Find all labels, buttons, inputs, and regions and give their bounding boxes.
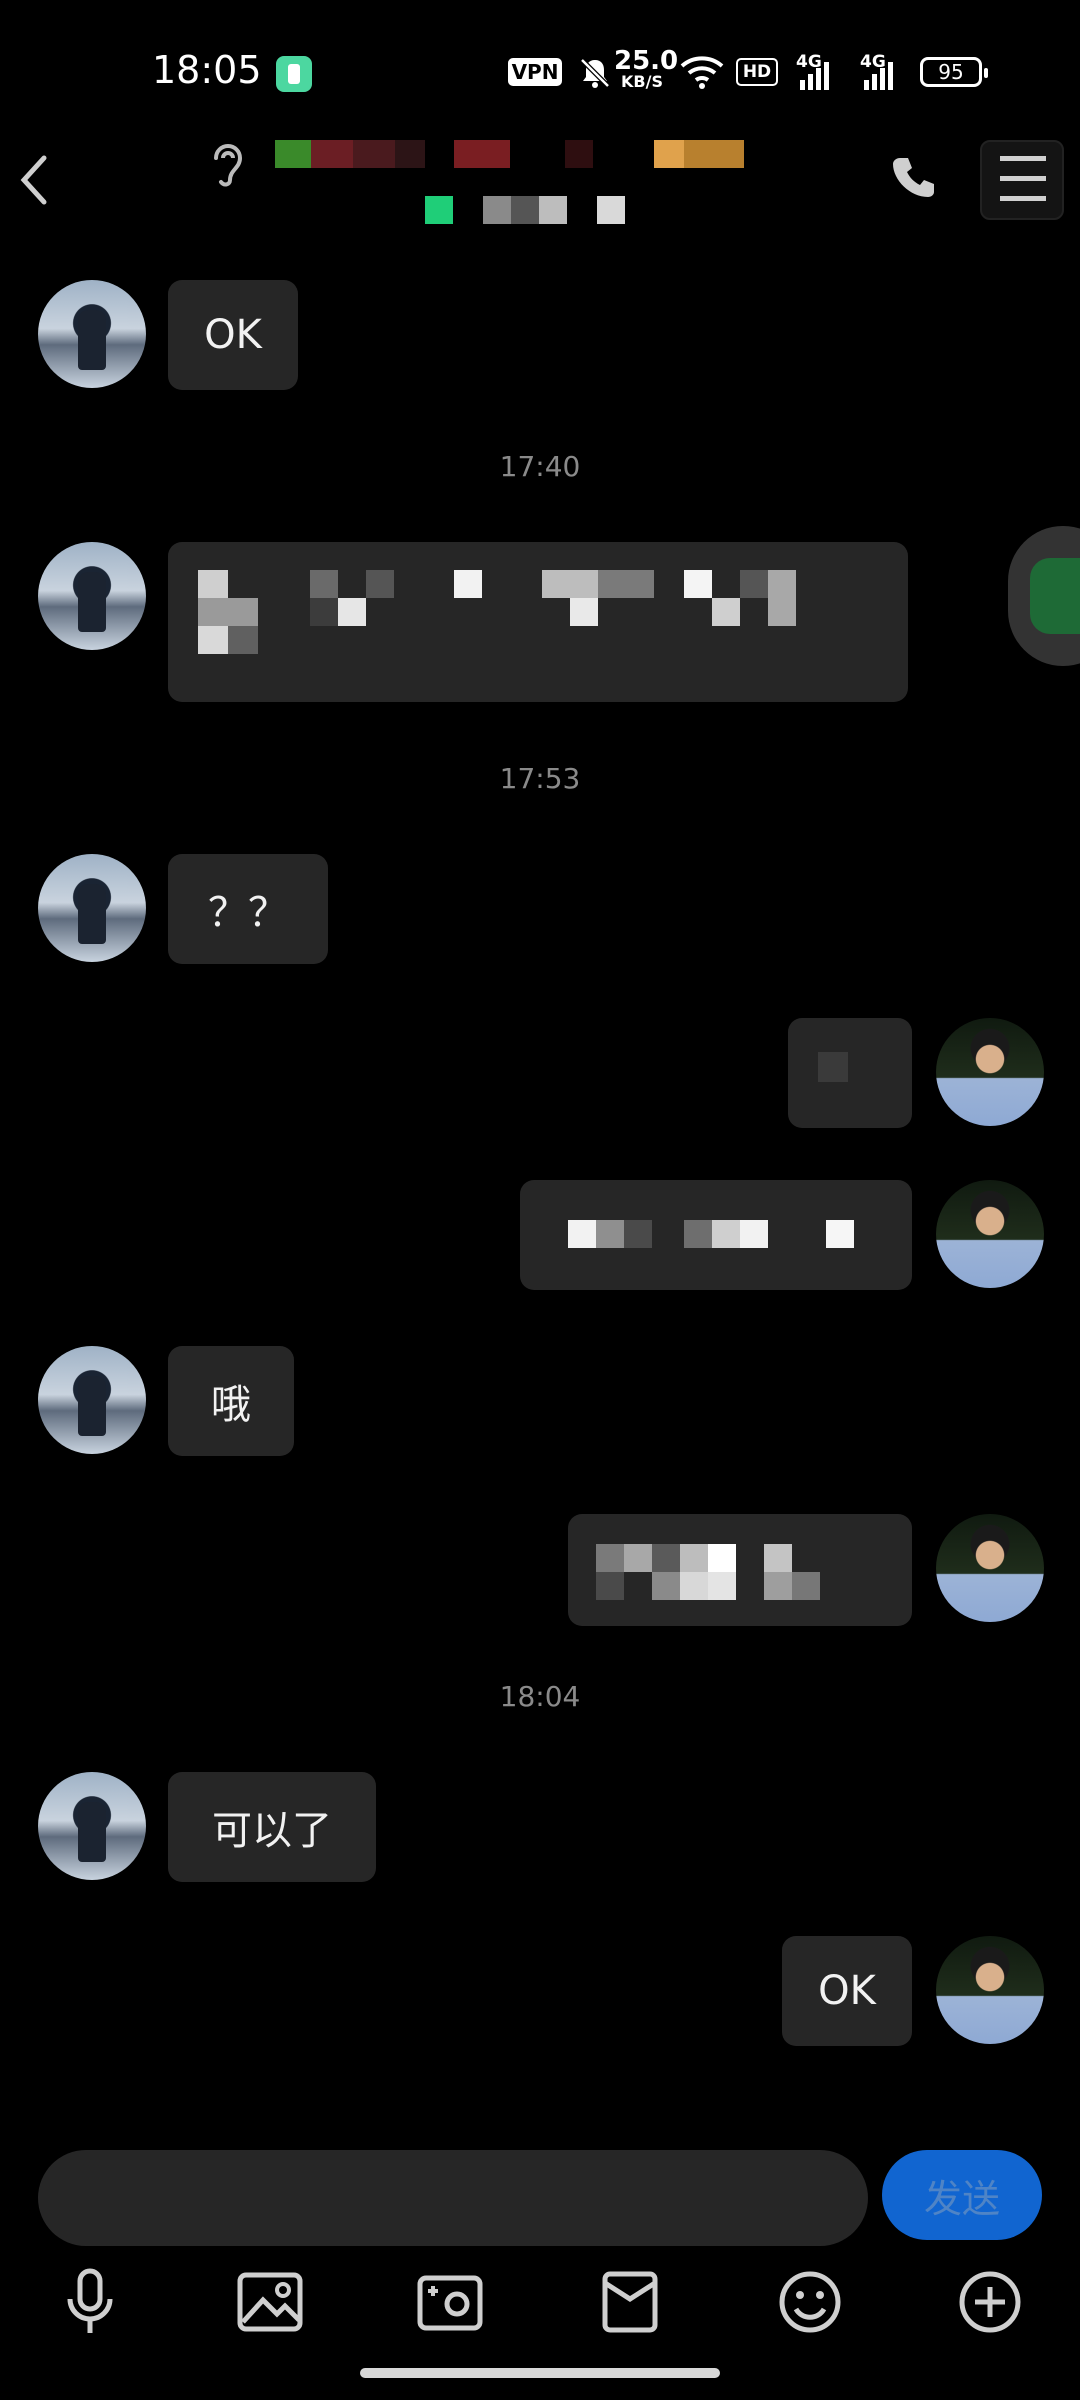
red-packet-icon <box>602 2271 658 2333</box>
mute-icon <box>578 56 612 94</box>
voice-button[interactable] <box>50 2262 130 2342</box>
message-bubble[interactable]: OK <box>168 280 298 390</box>
my-message-bubble-redacted[interactable] <box>568 1514 912 1626</box>
emoji-button[interactable] <box>770 2262 850 2342</box>
clock: 18:05 <box>152 48 262 92</box>
timestamp: 17:53 <box>499 762 581 795</box>
my-avatar[interactable] <box>936 1514 1044 1622</box>
contact-avatar[interactable] <box>38 1346 146 1454</box>
send-button[interactable]: 发送 <box>882 2150 1042 2240</box>
menu-button[interactable] <box>980 140 1064 220</box>
speed-value: 25.0 <box>614 46 679 76</box>
contact-avatar[interactable] <box>38 854 146 962</box>
speed-unit: KB/S <box>621 72 663 91</box>
floating-shortcut-button[interactable] <box>1008 526 1080 666</box>
plus-icon <box>959 2271 1021 2333</box>
contact-avatar[interactable] <box>38 542 146 650</box>
call-button[interactable] <box>888 152 938 206</box>
image-icon <box>237 2272 303 2332</box>
chat-header <box>0 140 1080 240</box>
photo-button[interactable] <box>230 2262 310 2342</box>
contact-avatar[interactable] <box>38 280 146 388</box>
camera-icon <box>417 2275 483 2331</box>
more-button[interactable] <box>950 2262 1030 2342</box>
message-bubble[interactable]: ？？ <box>168 854 328 964</box>
camera-button[interactable] <box>410 2262 490 2342</box>
my-avatar[interactable] <box>936 1180 1044 1288</box>
message-bubble-redacted[interactable] <box>168 542 908 702</box>
contact-avatar[interactable] <box>38 1772 146 1880</box>
timestamp: 17:40 <box>499 450 581 483</box>
message-bubble[interactable]: 可以了 <box>168 1772 376 1882</box>
back-button[interactable] <box>14 150 54 214</box>
hd-icon: HD <box>736 58 778 86</box>
battery-icon: 95 <box>920 57 988 87</box>
timestamp: 18:04 <box>499 1680 581 1713</box>
wifi-icon <box>680 54 724 94</box>
my-message-bubble[interactable]: OK <box>782 1936 912 2046</box>
menu-icon <box>1000 156 1046 201</box>
message-input[interactable] <box>38 2150 868 2246</box>
app-icon <box>276 56 312 92</box>
my-avatar[interactable] <box>936 1018 1044 1126</box>
status-bar: 18:05 VPN 25.0 KB/S HD 4G 4G 95 <box>0 0 1080 140</box>
ear-icon[interactable] <box>206 140 246 194</box>
red-packet-button[interactable] <box>590 2262 670 2342</box>
signal-icon <box>798 62 832 94</box>
vpn-icon: VPN <box>508 58 562 86</box>
emoji-icon <box>779 2271 841 2333</box>
signal-icon-2 <box>862 62 896 94</box>
chevron-left-icon <box>20 155 47 205</box>
my-message-bubble-redacted[interactable] <box>520 1180 912 1290</box>
microphone-icon <box>67 2268 113 2333</box>
my-message-bubble-redacted[interactable] <box>788 1018 912 1128</box>
my-avatar[interactable] <box>936 1936 1044 2044</box>
network-speed: 25.0 KB/S <box>614 46 679 91</box>
message-bubble[interactable]: 哦 <box>168 1346 294 1456</box>
home-indicator[interactable] <box>360 2368 720 2378</box>
phone-icon <box>893 158 934 197</box>
